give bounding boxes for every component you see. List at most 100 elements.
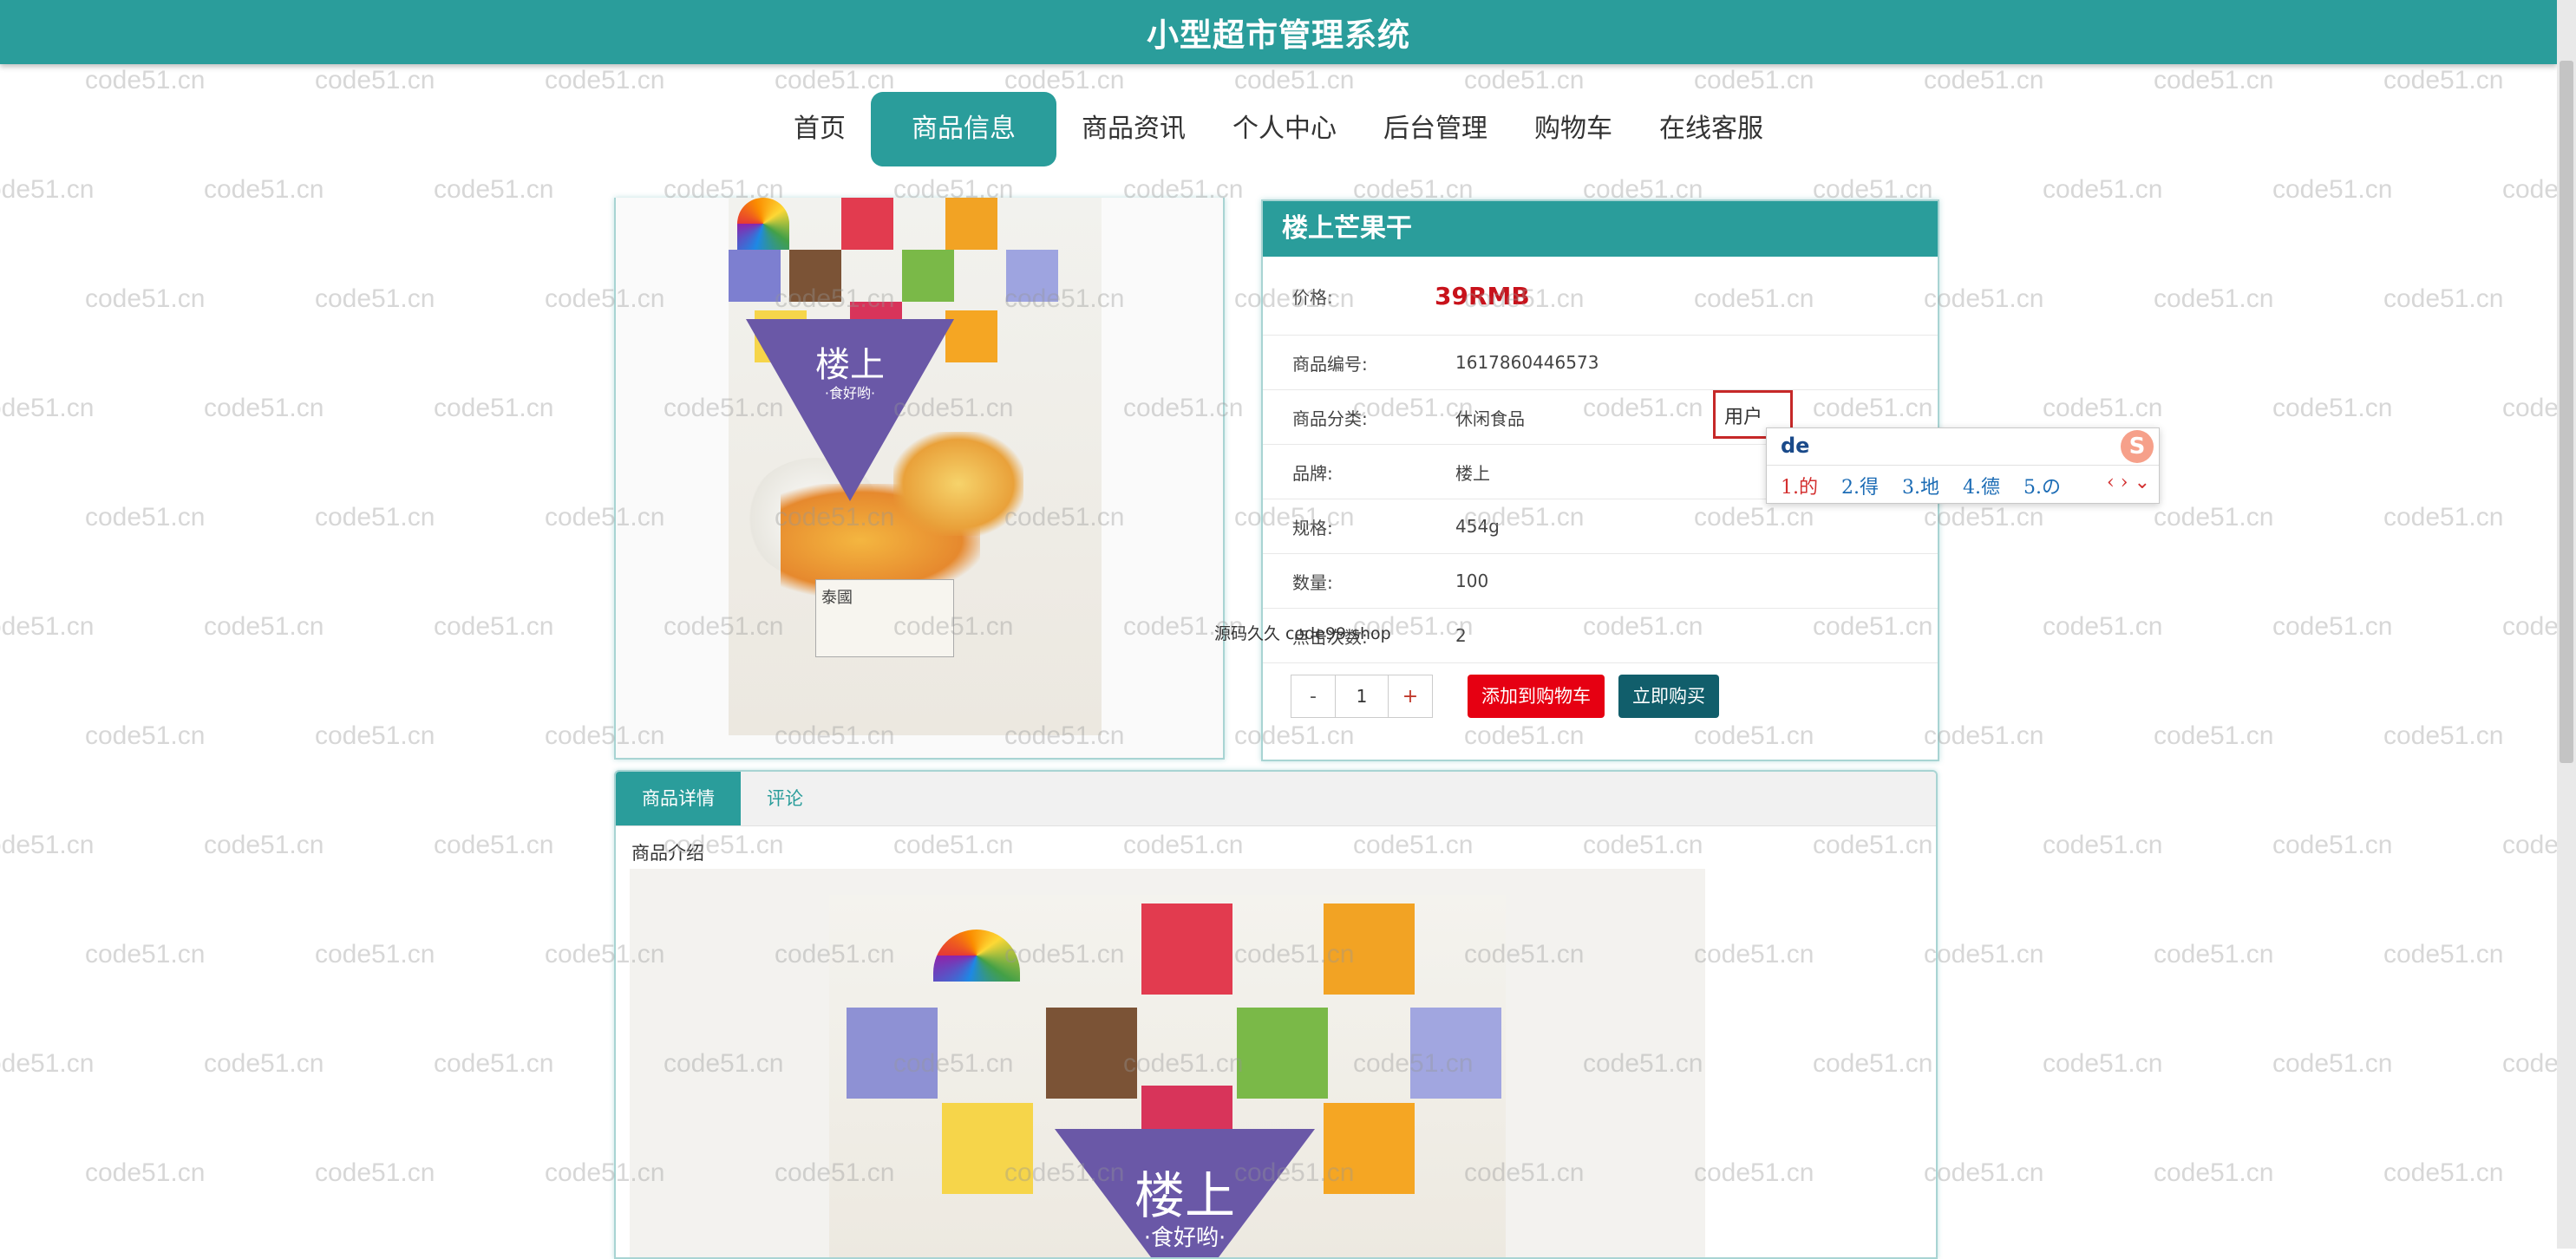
- nav-item-personal-center[interactable]: 个人中心: [1211, 92, 1358, 166]
- watermark-text: code51.cn: [2154, 284, 2274, 313]
- watermark-text: code51.cn: [434, 394, 554, 422]
- watermark-text: code51.cn: [1924, 940, 2044, 969]
- watermark-text: code51.cn: [2502, 612, 2557, 641]
- watermark-text: code51.cn: [315, 284, 435, 313]
- watermark-text: code51.cn: [204, 612, 324, 641]
- tab-product-details[interactable]: 商品详情: [616, 772, 741, 825]
- watermark-text: code51.cn: [85, 940, 206, 969]
- watermark-text: code51.cn: [434, 1049, 554, 1078]
- watermark-text: code51.cn: [0, 1049, 95, 1078]
- tab-comments[interactable]: 评论: [741, 772, 829, 825]
- watermark-text: code51.cn: [0, 612, 95, 641]
- watermark-text: code51.cn: [434, 175, 554, 204]
- nav-item-product-info[interactable]: 商品信息: [871, 92, 1056, 166]
- watermark-text: code51.cn: [2154, 721, 2274, 750]
- ime-candidates: 1.的 2.得 3.地 4.德 5.の: [1781, 472, 2078, 499]
- watermark-text: code51.cn: [85, 503, 206, 532]
- ime-candidate[interactable]: 4.德: [1963, 477, 2000, 499]
- nav-item-online-service[interactable]: 在线客服: [1638, 92, 1785, 166]
- tab-bar: 商品详情 评论: [616, 772, 1936, 826]
- watermark-text: code51.cn: [315, 721, 435, 750]
- watermark-text: code51.cn: [2043, 394, 2163, 422]
- nav-item-product-news[interactable]: 商品资讯: [1060, 92, 1207, 166]
- watermark-text: code51.cn: [2502, 175, 2557, 204]
- package-brand-text: 楼上: [815, 345, 885, 385]
- product-image-card: 楼上 ·食好哟· 泰國: [614, 198, 1225, 760]
- watermark-text: code51.cn: [2043, 612, 2163, 641]
- product-name: 楼上芒果干: [1263, 201, 1938, 257]
- watermark-text: code51.cn: [2154, 503, 2274, 532]
- ime-candidate[interactable]: 1.的: [1781, 477, 1818, 499]
- watermark-text: code51.cn: [2383, 66, 2504, 95]
- watermark-text: code51.cn: [434, 612, 554, 641]
- ime-divider: [1767, 465, 2159, 466]
- watermark-text: code51.cn: [204, 394, 324, 422]
- add-to-cart-button[interactable]: 添加到购物车: [1468, 675, 1605, 718]
- ime-page-nav-icon[interactable]: ‹ › ⌄: [2107, 472, 2150, 493]
- package-label-box: 泰國: [815, 579, 954, 657]
- field-value: 100: [1455, 571, 1489, 591]
- watermark-text: code51.cn: [1464, 66, 1585, 95]
- detail-package-brand-text: 楼上: [1134, 1166, 1235, 1225]
- watermark-text: code51.cn: [2502, 394, 2557, 422]
- quantity-increase-button[interactable]: +: [1388, 675, 1433, 718]
- ime-input-text: de: [1781, 434, 1810, 458]
- scrollbar-thumb[interactable]: [2560, 61, 2573, 763]
- watermark-text: code51.cn: [1924, 1158, 2044, 1187]
- watermark-text: code51.cn: [2272, 612, 2393, 641]
- watermark-text: code51.cn: [2154, 1158, 2274, 1187]
- product-detail-image: 楼上 ·食好哟·: [630, 869, 1705, 1257]
- price-value: 39RMB: [1435, 281, 1530, 310]
- watermark-text: code51.cn: [85, 284, 206, 313]
- main-nav: 首页 商品信息 商品资讯 个人中心 后台管理 购物车 在线客服: [0, 92, 2557, 166]
- watermark-text: code51.cn: [1924, 503, 2044, 532]
- nav-item-home[interactable]: 首页: [772, 92, 867, 166]
- watermark-text: code51.cn: [2154, 66, 2274, 95]
- field-value: 楼上: [1455, 462, 1490, 484]
- product-tabs-panel: 商品详情 评论 商品介绍 楼上 ·食好哟·: [614, 770, 1938, 1259]
- watermark-text: code51.cn: [2272, 1049, 2393, 1078]
- detail-package-slogan-text: ·食好哟·: [1143, 1225, 1226, 1251]
- watermark-text: code51.cn: [2383, 1158, 2504, 1187]
- package-label-text: 泰國: [821, 589, 853, 607]
- field-row-spec: 规格: 454g: [1263, 499, 1938, 554]
- nav-item-cart[interactable]: 购物车: [1513, 92, 1634, 166]
- field-label: 规格:: [1292, 517, 1333, 538]
- price-label: 价格:: [1292, 286, 1333, 308]
- watermark-text: code51.cn: [2383, 284, 2504, 313]
- field-value: 454g: [1455, 516, 1500, 537]
- price-row: 价格: 39RMB: [1263, 257, 1938, 336]
- watermark-text: code51.cn: [1004, 66, 1125, 95]
- watermark-text: code51.cn: [2383, 721, 2504, 750]
- package-slogan-text: ·食好哟·: [824, 385, 876, 401]
- field-label: 商品分类:: [1292, 408, 1368, 429]
- field-label: 品牌:: [1292, 462, 1333, 484]
- ime-candidate[interactable]: 5.の: [2024, 477, 2061, 499]
- watermark-text: code51.cn: [2043, 175, 2163, 204]
- watermark-text: code51.cn: [2502, 831, 2557, 859]
- watermark-text: code51.cn: [775, 66, 895, 95]
- quantity-input[interactable]: 1: [1336, 675, 1388, 718]
- watermark-text: code51.cn: [0, 831, 95, 859]
- product-intro-label: 商品介绍: [631, 843, 704, 864]
- watermark-text: code51.cn: [315, 66, 435, 95]
- watermark-text: code51.cn: [545, 66, 665, 95]
- watermark-text: code51.cn: [2272, 831, 2393, 859]
- watermark-text: code51.cn: [315, 1158, 435, 1187]
- field-label: 数量:: [1292, 571, 1333, 593]
- buy-now-button[interactable]: 立即购买: [1618, 675, 1719, 718]
- source-note: 源码久久 code99.shop: [1214, 624, 1391, 643]
- field-row-quantity: 数量: 100: [1263, 554, 1938, 609]
- field-label: 商品编号:: [1292, 353, 1368, 375]
- ime-candidate[interactable]: 2.得: [1841, 477, 1879, 499]
- field-value: 休闲食品: [1455, 408, 1525, 429]
- watermark-text: code51.cn: [85, 66, 206, 95]
- watermark-text: code51.cn: [204, 175, 324, 204]
- ime-candidate[interactable]: 3.地: [1902, 477, 1939, 499]
- watermark-text: code51.cn: [315, 940, 435, 969]
- quantity-decrease-button[interactable]: -: [1291, 675, 1336, 718]
- nav-item-admin[interactable]: 后台管理: [1362, 92, 1509, 166]
- field-value: 1617860446573: [1455, 352, 1599, 373]
- watermark-text: code51.cn: [204, 1049, 324, 1078]
- watermark-text: code51.cn: [0, 175, 95, 204]
